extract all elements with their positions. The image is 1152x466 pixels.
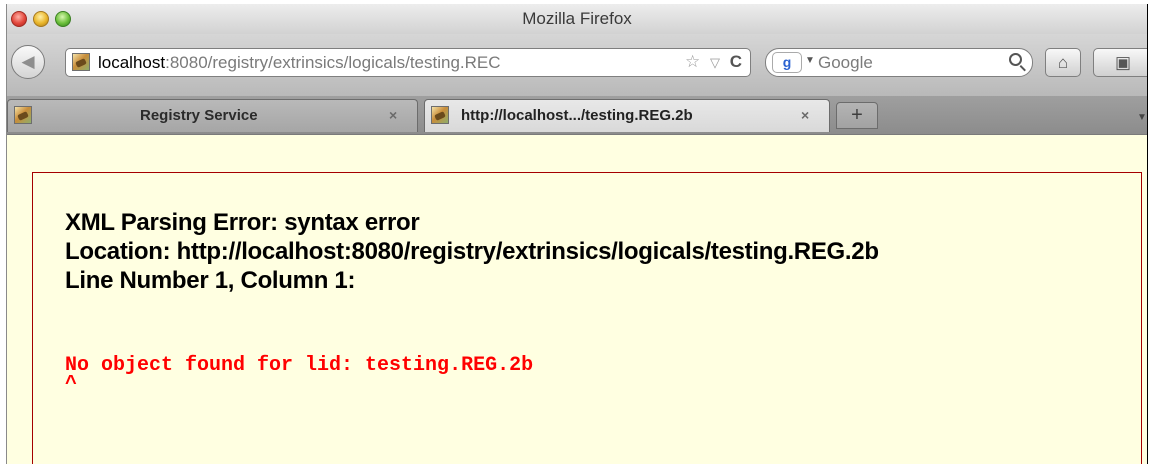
search-bar[interactable]: g ▼ Google	[765, 48, 1033, 77]
title-bar: Mozilla Firefox	[7, 4, 1147, 34]
bookmarks-button[interactable]: ▣	[1093, 48, 1147, 77]
bookmarks-icon: ▣	[1114, 53, 1132, 72]
error-heading: XML Parsing Error: syntax error Location…	[65, 208, 879, 295]
tab-favicon-icon	[431, 106, 449, 124]
xml-parse-error-box: XML Parsing Error: syntax error Location…	[32, 172, 1142, 464]
url-text[interactable]: localhost:8080/registry/extrinsics/logic…	[98, 53, 501, 73]
error-title: XML Parsing Error: syntax error	[65, 209, 420, 236]
tab-list-dropdown-icon[interactable]: ▼	[1137, 112, 1147, 123]
tab-title: http://localhost.../testing.REG.2b	[461, 107, 693, 124]
url-path: :8080/registry/extrinsics/logicals/testi…	[165, 53, 501, 72]
error-line: Line Number 1, Column 1:	[65, 267, 356, 294]
url-host: localhost	[98, 53, 166, 72]
google-engine-icon[interactable]: g	[772, 52, 802, 73]
engine-dropdown-icon[interactable]: ▼	[805, 55, 815, 66]
tab-title: Registry Service	[140, 107, 258, 124]
error-source-text: No object found for lid: testing.REG.2b	[65, 354, 534, 377]
browser-window: Mozilla Firefox ◀ localhost:8080/registr…	[6, 4, 1148, 464]
back-arrow-icon: ◀	[21, 52, 35, 71]
error-location: Location: http://localhost:8080/registry…	[65, 238, 879, 265]
tab-favicon-icon	[14, 106, 32, 124]
tab-close-icon[interactable]: ×	[801, 107, 809, 123]
tab-registry-service[interactable]: Registry Service ×	[7, 99, 418, 132]
home-button[interactable]: ⌂	[1045, 48, 1081, 77]
search-input[interactable]: Google	[818, 53, 873, 73]
tab-close-icon[interactable]: ×	[389, 107, 397, 123]
new-tab-button[interactable]: +	[836, 102, 878, 129]
url-bar-actions: ☆ ▽ C	[680, 52, 742, 72]
url-bar[interactable]: localhost:8080/registry/extrinsics/logic…	[65, 48, 751, 77]
site-favicon-icon	[72, 53, 90, 71]
tab-active-error-page[interactable]: http://localhost.../testing.REG.2b ×	[424, 99, 830, 132]
navigation-toolbar: ◀ localhost:8080/registry/extrinsics/log…	[7, 34, 1147, 96]
page-content: XML Parsing Error: syntax error Location…	[7, 135, 1147, 464]
home-icon: ⌂	[1057, 53, 1069, 72]
bookmark-star-icon[interactable]: ☆	[685, 52, 700, 72]
reload-icon[interactable]: C	[730, 52, 742, 72]
tab-strip: Registry Service × http://localhost.../t…	[7, 96, 1147, 135]
window-title: Mozilla Firefox	[522, 9, 632, 28]
error-caret: ^	[65, 373, 78, 396]
search-icon[interactable]	[1009, 53, 1022, 66]
back-button[interactable]: ◀	[11, 45, 45, 79]
history-dropdown-icon[interactable]: ▽	[710, 55, 720, 71]
